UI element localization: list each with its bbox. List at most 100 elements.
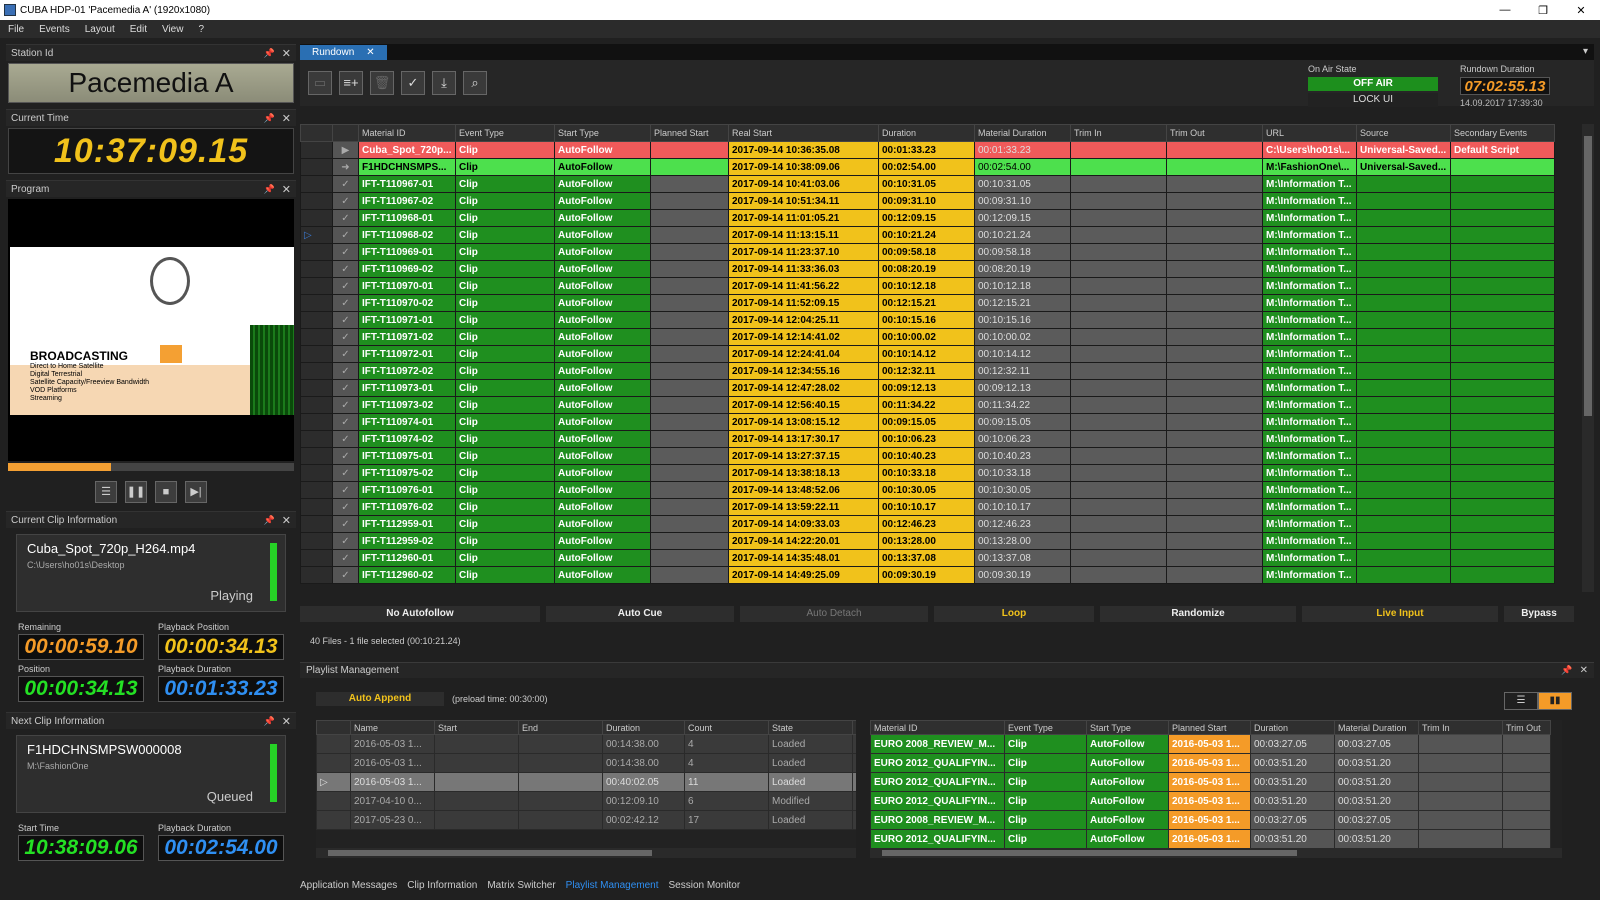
table-row[interactable]: ✓ IFT-T110976-02 Clip AutoFollow 2017-09-14 … — [300, 498, 1555, 516]
tab-matrix-switcher[interactable]: Matrix Switcher — [487, 880, 555, 891]
column-header[interactable]: Planned Start — [650, 124, 729, 142]
close-icon[interactable]: ✕ — [366, 47, 374, 58]
rundown-scrollbar[interactable] — [1582, 124, 1594, 592]
column-header[interactable]: Start Type — [1086, 720, 1169, 735]
column-header[interactable]: State — [768, 720, 853, 735]
download-icon[interactable]: ⤓ — [432, 71, 456, 95]
column-header[interactable]: Count — [684, 720, 769, 735]
column-header[interactable]: Name — [350, 720, 435, 735]
restore-button[interactable]: ❐ — [1524, 4, 1562, 17]
column-header[interactable]: Start — [434, 720, 519, 735]
menu-layout[interactable]: Layout — [85, 24, 115, 35]
table-row[interactable]: ✓ IFT-T110973-02 Clip AutoFollow 2017-09-14 … — [300, 396, 1555, 414]
table-row[interactable]: EURO 2012_QUALIFYIN... Clip AutoFollow 2016… — [870, 791, 1551, 811]
close-icon[interactable]: ✕ — [1580, 665, 1588, 676]
table-row[interactable]: ▷ ✓ IFT-T110968-02 Clip AutoFollow 2017-09-14… — [300, 226, 1555, 244]
close-icon[interactable]: ✕ — [282, 112, 291, 125]
table-row[interactable]: 2016-05-03 1... 00:14:38.004LoadedUr — [316, 734, 856, 754]
check-icon[interactable]: ✓ — [401, 71, 425, 95]
table-row[interactable]: ✓ IFT-T110970-02 Clip AutoFollow 2017-09-14 … — [300, 294, 1555, 312]
loop-button[interactable]: Loop — [934, 606, 1094, 622]
table-row[interactable]: ✓ IFT-T110974-02 Clip AutoFollow 2017-09-14 … — [300, 430, 1555, 448]
table-row[interactable]: ✓ IFT-T112959-02 Clip AutoFollow 2017-09-14 … — [300, 532, 1555, 550]
auto-cue-button[interactable]: Auto Cue — [546, 606, 734, 622]
table-row[interactable]: ✓ IFT-T112960-01 Clip AutoFollow 2017-09-14 … — [300, 549, 1555, 567]
column-header[interactable]: Trim In — [1418, 720, 1503, 735]
column-header[interactable]: Duration — [1250, 720, 1335, 735]
column-header[interactable] — [316, 720, 351, 735]
column-header[interactable]: Material ID — [358, 124, 456, 142]
tab-application-messages[interactable]: Application Messages — [300, 880, 397, 891]
bypass-button[interactable]: Bypass — [1504, 606, 1574, 622]
pin-icon[interactable]: 📌 — [264, 184, 275, 195]
column-header[interactable]: Secondary Events — [1450, 124, 1555, 142]
search-icon[interactable]: ⌕ — [463, 71, 487, 95]
column-header[interactable]: Duration — [602, 720, 685, 735]
auto-detach-button[interactable]: Auto Detach — [740, 606, 928, 622]
close-icon[interactable]: ✕ — [282, 47, 291, 60]
auto-append-button[interactable]: Auto Append — [316, 692, 444, 706]
pin-icon[interactable]: 📌 — [1561, 665, 1572, 676]
table-row[interactable]: ✓ IFT-T110971-01 Clip AutoFollow 2017-09-14 … — [300, 311, 1555, 329]
table-row[interactable]: EURO 2008_REVIEW_M... Clip AutoFollow 2016-… — [870, 810, 1551, 830]
pin-icon[interactable]: 📌 — [264, 113, 275, 124]
scroll-thumb[interactable] — [328, 850, 652, 856]
close-button[interactable]: ✕ — [1562, 4, 1600, 17]
pin-icon[interactable]: 📌 — [264, 716, 275, 727]
table-row[interactable]: ✓ IFT-T112959-01 Clip AutoFollow 2017-09-14 … — [300, 515, 1555, 533]
column-header[interactable] — [332, 124, 359, 142]
split-view-icon[interactable]: ▮▮ — [1538, 692, 1572, 710]
table-row[interactable]: ✓ IFT-T110969-01 Clip AutoFollow 2017-09-14 … — [300, 243, 1555, 261]
column-header[interactable]: Source — [1356, 124, 1451, 142]
tab-playlist-management[interactable]: Playlist Management — [566, 880, 659, 891]
pin-icon[interactable]: 📌 — [264, 48, 275, 59]
lock-ui-button[interactable]: LOCK UI — [1308, 93, 1438, 107]
table-row[interactable]: ✓ IFT-T110975-01 Clip AutoFollow 2017-09-14 … — [300, 447, 1555, 465]
column-header[interactable]: Trim Out — [1166, 124, 1263, 142]
close-icon[interactable]: ✕ — [282, 183, 291, 196]
table-row[interactable]: ✓ IFT-T110970-01 Clip AutoFollow 2017-09-14 … — [300, 277, 1555, 295]
tab-clip-information[interactable]: Clip Information — [407, 880, 477, 891]
scroll-thumb[interactable] — [1584, 136, 1592, 416]
column-header[interactable]: Duration — [878, 124, 975, 142]
menu-edit[interactable]: Edit — [130, 24, 147, 35]
on-air-button[interactable]: OFF AIR — [1308, 77, 1438, 91]
horizontal-scrollbar[interactable] — [870, 848, 1562, 858]
column-header[interactable]: Event Type — [455, 124, 555, 142]
table-row[interactable]: ✓ IFT-T110971-02 Clip AutoFollow 2017-09-14 … — [300, 328, 1555, 346]
table-row[interactable]: 2017-04-10 0... 00:12:09.106ModifiedUr — [316, 791, 856, 811]
chevron-down-icon[interactable]: ▾ — [1583, 46, 1588, 57]
list-button[interactable]: ☰ — [95, 481, 117, 503]
column-header[interactable]: Trim In — [1070, 124, 1167, 142]
no-autofollow-button[interactable]: No Autofollow — [300, 606, 540, 622]
column-header[interactable]: Material Duration — [1334, 720, 1419, 735]
table-row[interactable]: ✓ IFT-T110968-01 Clip AutoFollow 2017-09-14 … — [300, 209, 1555, 227]
table-row[interactable]: ➜ F1HDCHNSMPS... Clip AutoFollow 2017-09-14 … — [300, 158, 1555, 176]
table-row[interactable]: 2017-05-23 0... 00:02:42.1217LoadedUr — [316, 810, 856, 830]
close-icon[interactable]: ✕ — [282, 715, 291, 728]
table-row[interactable]: ▷2016-05-03 1... 00:40:02.0511LoadedUr — [316, 772, 856, 792]
menu-help[interactable]: ? — [198, 24, 204, 35]
table-row[interactable]: 2016-05-03 1... 00:14:38.004LoadedUr — [316, 753, 856, 773]
program-progress-bar[interactable] — [8, 463, 294, 471]
column-header[interactable]: Material ID — [870, 720, 1005, 735]
menu-events[interactable]: Events — [39, 24, 70, 35]
minimize-button[interactable]: — — [1486, 4, 1524, 17]
pause-button[interactable]: ❚❚ — [125, 481, 147, 503]
column-header[interactable]: Event Type — [1004, 720, 1087, 735]
tab-rundown[interactable]: Rundown ✕ — [300, 45, 387, 60]
stop-button[interactable]: ■ — [155, 481, 177, 503]
table-row[interactable]: ✓ IFT-T110974-01 Clip AutoFollow 2017-09-14 … — [300, 413, 1555, 431]
table-row[interactable]: ✓ IFT-T112960-02 Clip AutoFollow 2017-09-14 … — [300, 566, 1555, 584]
table-row[interactable]: ✓ IFT-T110972-02 Clip AutoFollow 2017-09-14 … — [300, 362, 1555, 380]
scroll-thumb[interactable] — [882, 850, 1298, 856]
column-header[interactable]: Real Start — [728, 124, 879, 142]
table-row[interactable]: ✓ IFT-T110975-02 Clip AutoFollow 2017-09-14 … — [300, 464, 1555, 482]
column-header[interactable]: Planned Start — [1168, 720, 1251, 735]
table-row[interactable]: EURO 2012_QUALIFYIN... Clip AutoFollow 2016… — [870, 829, 1551, 849]
table-row[interactable]: EURO 2012_QUALIFYIN... Clip AutoFollow 2016… — [870, 772, 1551, 792]
table-row[interactable]: ✓ IFT-T110973-01 Clip AutoFollow 2017-09-14 … — [300, 379, 1555, 397]
table-row[interactable]: ✓ IFT-T110976-01 Clip AutoFollow 2017-09-14 … — [300, 481, 1555, 499]
column-header[interactable]: URL — [1262, 124, 1357, 142]
column-header[interactable]: Trim Out — [1502, 720, 1551, 735]
